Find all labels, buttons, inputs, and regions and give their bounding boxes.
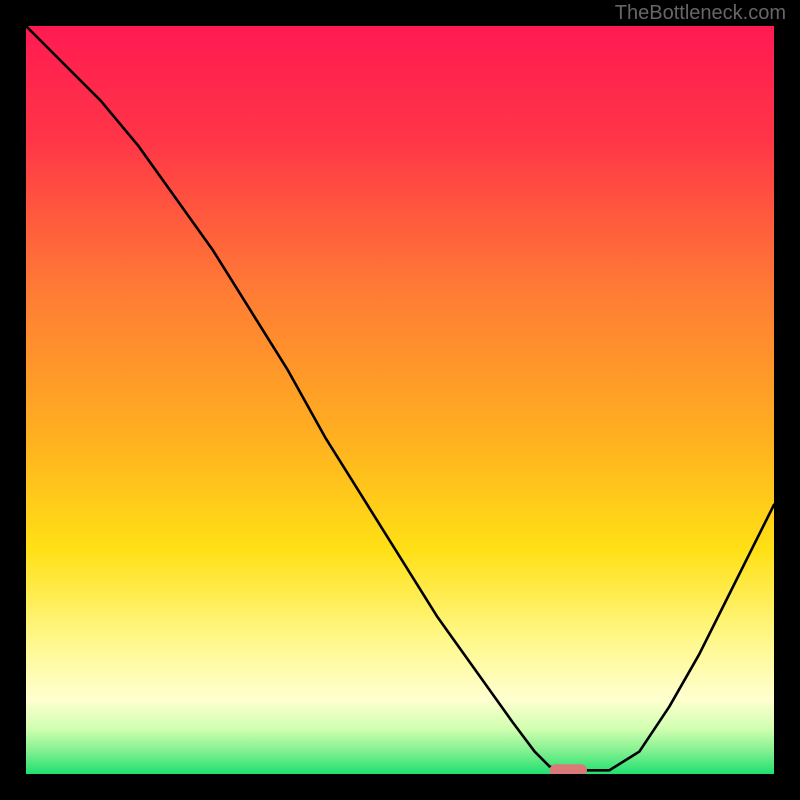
watermark-text: TheBottleneck.com [615,2,786,25]
bottleneck-curve [26,26,774,770]
chart-svg [26,26,774,774]
plot-area [26,26,774,774]
optimal-marker [550,764,587,774]
